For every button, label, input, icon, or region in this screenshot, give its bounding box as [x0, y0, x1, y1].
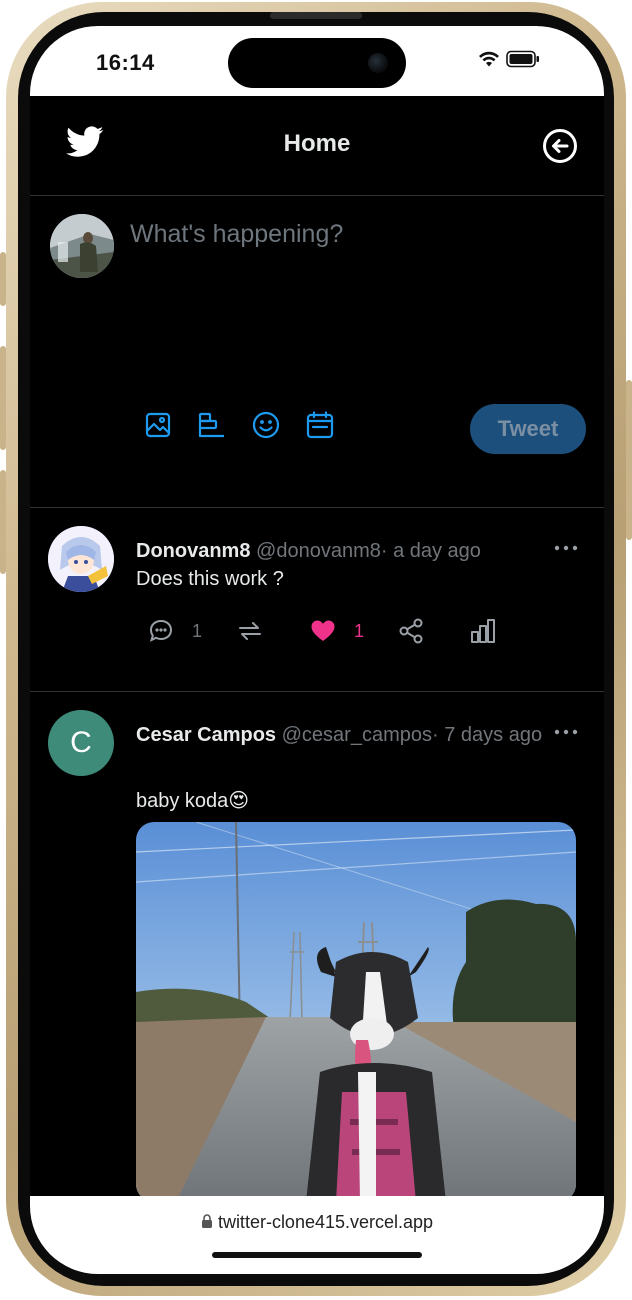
retweet-icon: [239, 622, 261, 640]
reply-count: 1: [192, 620, 203, 641]
app-header: Home: [30, 96, 604, 196]
tweet-text: Does this work ?: [136, 568, 284, 590]
stats-icon: [471, 619, 495, 643]
tweet-input[interactable]: [130, 220, 570, 370]
lock-icon: [201, 1212, 218, 1232]
page-title: Home: [283, 130, 351, 157]
tweet-timestamp: · 7 days ago: [432, 724, 543, 746]
author-name[interactable]: Cesar Campos: [136, 724, 276, 746]
share-button[interactable]: [398, 616, 424, 646]
tweet-photo[interactable]: [136, 822, 576, 1202]
tweet-item[interactable]: C Cesar Campos @cesar_campos· 7 days ago…: [30, 692, 604, 1212]
tweet-actions: 1 1: [148, 616, 508, 646]
battery-icon: [506, 50, 540, 73]
share-icon: [399, 618, 423, 644]
avatar[interactable]: [48, 526, 114, 592]
url-display[interactable]: twitter-clone415.vercel.app: [30, 1212, 604, 1233]
volume-up-button: [0, 346, 6, 450]
power-button: [626, 380, 632, 540]
browser-url-bar[interactable]: twitter-clone415.vercel.app: [30, 1196, 604, 1274]
status-icons: [478, 50, 540, 73]
tweet-item[interactable]: Donovanm8 @donovanm8· a day ago Does thi…: [30, 508, 604, 692]
home-indicator[interactable]: [212, 1252, 422, 1258]
like-button[interactable]: 1: [310, 616, 364, 646]
more-options-icon[interactable]: [554, 722, 578, 740]
url-text: twitter-clone415.vercel.app: [217, 1212, 434, 1232]
more-options-icon[interactable]: [554, 538, 578, 556]
tweet-header: Donovanm8 @donovanm8· a day ago: [136, 534, 546, 568]
mute-switch: [0, 252, 6, 306]
dynamic-island: [228, 38, 406, 88]
author-handle[interactable]: @donovanm8: [256, 540, 381, 562]
retweet-button[interactable]: [236, 616, 264, 646]
comment-icon: [149, 619, 173, 642]
image-icon[interactable]: [144, 410, 172, 440]
status-time: 16:14: [96, 50, 155, 75]
emoji-icon[interactable]: [252, 410, 280, 440]
earpiece-speaker: [270, 12, 362, 19]
poll-icon[interactable]: [198, 410, 226, 440]
wifi-icon: [478, 50, 500, 73]
volume-down-button: [0, 470, 6, 574]
status-bar: 16:14: [30, 26, 604, 96]
tweet-composer: Tweet: [30, 196, 604, 508]
analytics-button[interactable]: [470, 616, 496, 646]
schedule-icon[interactable]: [306, 410, 334, 440]
author-name[interactable]: Donovanm8: [136, 540, 250, 562]
avatar[interactable]: C: [48, 710, 114, 776]
user-avatar: [50, 214, 114, 278]
tweet-timestamp: · a day ago: [380, 540, 481, 562]
heart-icon: [311, 620, 335, 641]
author-handle[interactable]: @cesar_campos: [282, 724, 432, 746]
front-camera: [368, 53, 388, 73]
tweet-text: baby koda😍: [136, 790, 250, 812]
like-count: 1: [354, 620, 365, 641]
twitter-app: Home What's happening? Tweet Donovanm8 @…: [30, 96, 604, 1202]
tweet-header: Cesar Campos @cesar_campos· 7 days ago: [136, 718, 546, 752]
reply-button[interactable]: 1: [148, 616, 202, 646]
composer-toolbar: [144, 410, 334, 440]
tweet-button[interactable]: Tweet: [470, 404, 586, 454]
phone-screen: 16:14 Home What's happening? Tweet Donov…: [30, 26, 604, 1274]
back-arrow-icon[interactable]: [542, 128, 578, 169]
